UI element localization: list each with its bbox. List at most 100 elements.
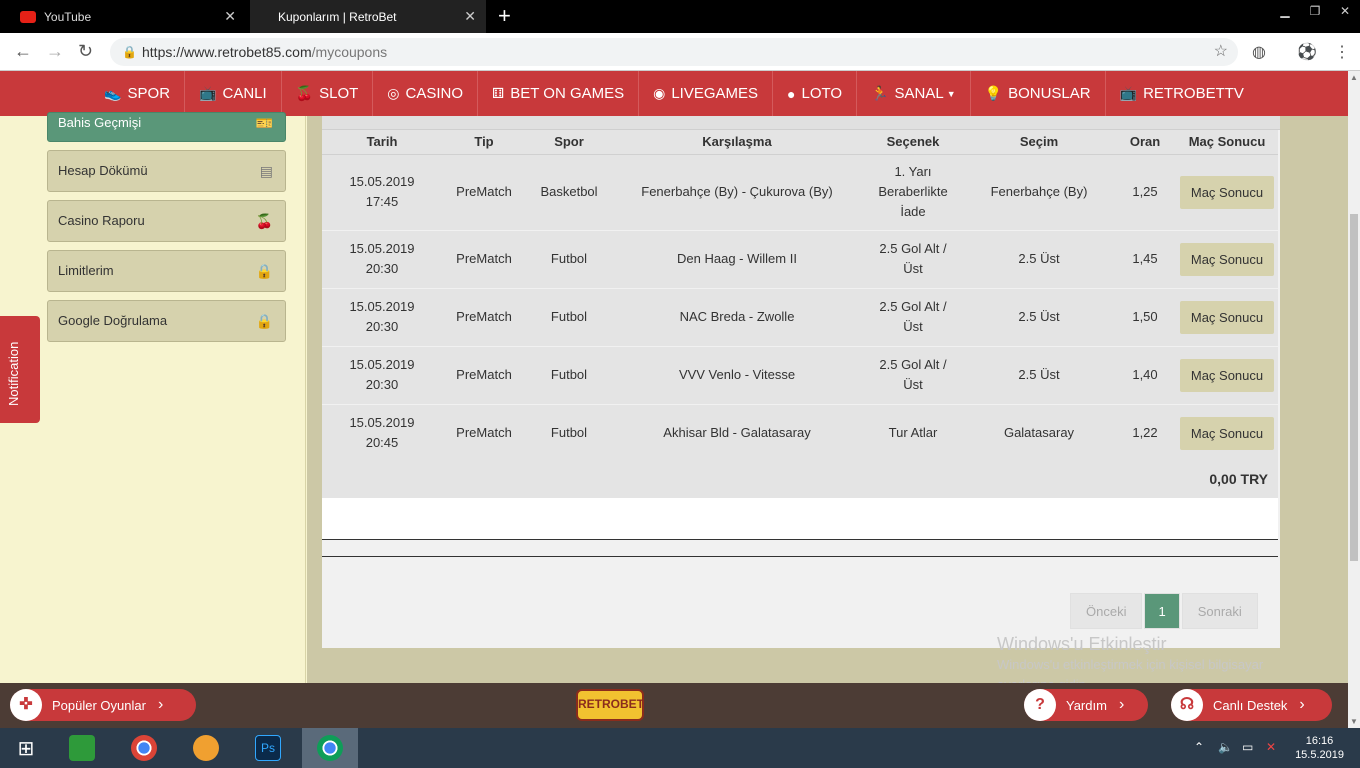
tv-icon: 📺 [1119,85,1138,101]
bet-odd: 1,50 [1114,288,1176,347]
restore-icon[interactable]: ❐ [1300,0,1330,33]
roulette-icon: ◉ [653,85,666,101]
table-row: 15.05.2019 20:30 PreMatch Futbol Den Haag… [322,230,1278,289]
match-result-button[interactable]: Maç Sonucu [1180,416,1274,450]
page-scrollbar[interactable]: ▲ ▼ [1348,71,1360,728]
prev-page-button[interactable]: Önceki [1070,593,1143,629]
match-result-button[interactable]: Maç Sonucu [1180,175,1274,209]
tab-youtube[interactable]: YouTube ✕ [8,0,246,33]
bet-time: 20:45 [365,435,399,450]
notification-x-icon[interactable]: ✕ [1266,740,1276,754]
reload-icon[interactable]: ↻ [78,41,93,62]
lock-icon: 🔒 [255,263,273,279]
store-icon [69,735,95,761]
url-host: https://www.retrobet85.com [142,44,312,60]
sidebar-item-hesap-dokumu[interactable]: Hesap Dökümü ▤ [47,150,286,192]
tray-expand-icon[interactable]: ⌃ [1194,740,1204,754]
lock-icon: 🔒 [122,45,137,59]
bet-pick: Galatasaray [964,404,1114,463]
watermark-title: Windows'u Etkinleştir [997,634,1167,654]
new-tab-button[interactable]: + [498,3,511,29]
match-result-button[interactable]: Maç Sonucu [1180,300,1274,334]
table-row: 15.05.2019 17:45 PreMatch Basketbol Fener… [322,154,1278,231]
nav-retrobettv[interactable]: 📺 RETROBETTV [1106,71,1258,116]
retrobet-logo[interactable]: RETROBET [576,689,644,721]
help-label: Yardım [1066,697,1107,713]
close-tab-icon[interactable]: ✕ [224,8,236,25]
url-bar[interactable]: 🔒 https://www.retrobet85.com/mycoupons ☆ [110,38,1238,66]
volume-icon[interactable]: 🔈 [1218,740,1233,754]
col-spor: Spor [526,130,612,155]
lotto-ball-icon: ● [787,85,796,102]
sidebar-item-limitlerim[interactable]: Limitlerim 🔒 [47,250,286,292]
forward-icon[interactable]: → [46,41,64,62]
close-window-icon[interactable]: ✕ [1330,0,1360,33]
bet-option: Tur Atlar [862,404,964,463]
globe-icon[interactable]: ◍ [1252,42,1266,62]
bet-match: VVV Venlo - Vitesse [612,346,862,405]
nav-slot[interactable]: 🍒 SLOT [282,71,374,116]
bulb-icon: 💡 [984,85,1003,101]
notification-tab[interactable]: Notification [0,316,40,423]
nav-sanal[interactable]: 🏃 SANAL ▼ [857,71,971,116]
address-row: ← → ↻ 🔒 https://www.retrobet85.com/mycou… [0,33,1360,71]
back-icon[interactable]: ← [14,41,32,62]
nav-canli[interactable]: 📺 CANLI [185,71,282,116]
scroll-up-icon[interactable]: ▲ [1350,73,1358,82]
start-button[interactable]: ⊞ [0,728,52,768]
sidebar-item-bahis-gecmisi[interactable]: Bahis Geçmişi 🎫 [47,112,286,142]
taskbar-photoshop[interactable]: Ps [242,728,294,768]
chevron-right-icon: › [157,696,164,713]
scroll-down-icon[interactable]: ▼ [1350,717,1358,726]
sidebar-item-google-dogrulama[interactable]: Google Doğrulama 🔒 [47,300,286,342]
soccer-ball-icon[interactable]: ⚽ [1297,42,1317,62]
bet-tip: PreMatch [442,404,526,463]
match-result-button[interactable]: Maç Sonucu [1180,358,1274,392]
bet-spor: Futbol [526,230,612,289]
taskbar-store[interactable] [56,728,108,768]
minimize-icon[interactable]: ▁ [1270,0,1300,33]
bookmark-star-icon[interactable]: ☆ [1214,38,1228,66]
nav-livegames[interactable]: ◉ LIVEGAMES [639,71,774,116]
nav-spor[interactable]: 👟 SPOR [90,71,186,116]
tv-icon: 📺 [199,85,217,101]
live-support-button[interactable]: ☊ Canlı Destek › [1171,689,1332,721]
runner-icon: 🏃 [871,85,889,101]
cherry-icon: 🍒 [295,85,314,101]
system-clock[interactable]: 16:16 15.5.2019 [1295,734,1344,762]
nav-casino[interactable]: ◎ CASINO [373,71,479,116]
nav-loto[interactable]: ● LOTO [773,71,858,116]
bet-date: 15.05.2019 [349,415,415,430]
popular-games-button[interactable]: ✜ Popüler Oyunlar › [10,689,196,721]
match-result-button[interactable]: Maç Sonucu [1180,242,1274,276]
site-nav: 👟 SPOR 📺 CANLI 🍒 SLOT ◎ CASINO ⚅ BET ON GAMES… [0,71,1348,116]
tab-title: Kuponlarım | RetroBet [278,9,397,24]
menu-kebab-icon[interactable]: ⋮ [1334,42,1350,62]
coupon-total: 0,00 TRY [322,461,1278,498]
table-row: 15.05.2019 20:30 PreMatch Futbol NAC Bred… [322,288,1278,347]
windows-taskbar: ⊞ Ps ⌃ 🔈 ▭ ✕ 16:16 15.5.2019 [0,728,1360,768]
nav-bet-on-games[interactable]: ⚅ BET ON GAMES [478,71,640,116]
bet-tip: PreMatch [442,288,526,347]
browser-tab-bar: YouTube ✕ Kuponlarım | RetroBet ✕ + ▁ ❐ … [0,0,1360,33]
table-row: 15.05.2019 20:45 PreMatch Futbol Akhisar … [322,404,1278,463]
taskbar-chrome[interactable] [118,728,170,768]
dice-icon: ⚅ [492,85,505,101]
caret-down-icon: ▼ [946,88,956,99]
close-tab-icon[interactable]: ✕ [464,8,476,25]
bet-time: 20:30 [365,261,399,276]
sidebar-item-casino-raporu[interactable]: Casino Raporu 🍒 [47,200,286,242]
page-1-button[interactable]: 1 [1144,593,1180,629]
help-button[interactable]: ? Yardım › [1024,689,1148,721]
chrome-icon [131,735,157,761]
next-page-button[interactable]: Sonraki [1181,593,1258,629]
taskbar-app[interactable] [180,728,232,768]
network-icon[interactable]: ▭ [1242,740,1253,754]
account-sidebar: Bahis Geçmişi 🎫 Hesap Dökümü ▤ Casino Rapo… [0,112,306,683]
scroll-thumb[interactable] [1350,214,1358,561]
roulette-icon: ✜ [10,689,42,721]
nav-bonuslar[interactable]: 💡 BONUSLAR [971,71,1106,116]
tab-retrobet[interactable]: Kuponlarım | RetroBet ✕ [250,0,486,33]
live-support-label: Canlı Destek [1213,697,1288,713]
taskbar-chrome-active[interactable] [302,728,358,768]
